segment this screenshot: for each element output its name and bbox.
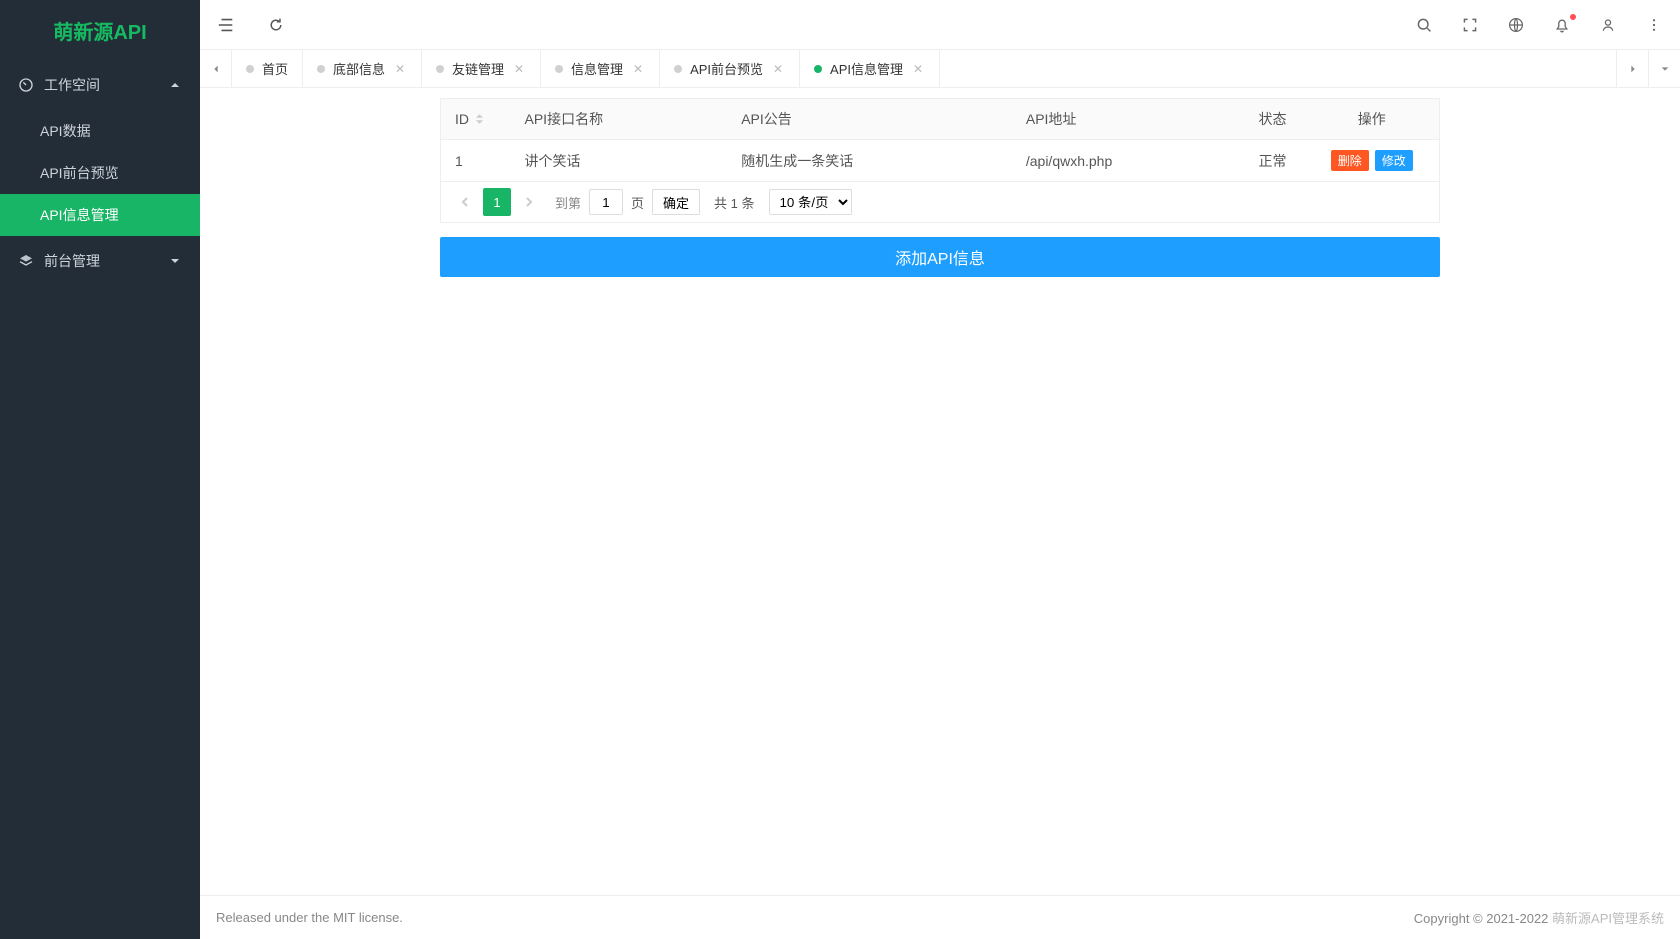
th-state: 状态 [1245, 99, 1305, 140]
tab[interactable]: 信息管理 ✕ [541, 50, 660, 87]
content-area: ID API接口名称 API公告 API地址 状态 [200, 88, 1680, 895]
delete-button[interactable]: 删除 [1331, 150, 1369, 171]
sidebar-item-label: 工作空间 [44, 75, 100, 95]
footer: Released under the MIT license. Copyrigh… [200, 895, 1680, 939]
edit-button[interactable]: 修改 [1375, 150, 1413, 171]
tab[interactable]: API前台预览 ✕ [660, 50, 800, 87]
sidebar-item-api-info[interactable]: API信息管理 [0, 194, 200, 236]
cell-id: 1 [441, 140, 511, 182]
footer-product: 萌新源API管理系统 [1552, 911, 1664, 926]
goto-input[interactable] [589, 189, 623, 215]
cell-state: 正常 [1245, 140, 1305, 182]
tab[interactable]: 首页 [232, 50, 303, 87]
tabs-dropdown[interactable] [1648, 50, 1680, 87]
cell-name: 讲个笑话 [511, 140, 728, 182]
tab-label: 底部信息 [333, 59, 385, 78]
pagination: 1 到第 页 确定 共 1 条 10 条/页 [440, 182, 1440, 223]
tab-status-dot [814, 65, 822, 73]
table-row: 1讲个笑话随机生成一条笑话/api/qwxh.php正常删除修改 [441, 140, 1440, 182]
add-api-button[interactable]: 添加API信息 [440, 237, 1440, 277]
goto-suffix: 页 [631, 193, 644, 212]
th-label: ID [455, 111, 469, 127]
user-button[interactable] [1598, 15, 1618, 35]
sort-icon [475, 113, 484, 125]
notifications-button[interactable] [1552, 15, 1572, 35]
sidebar-item-frontend[interactable]: 前台管理 [0, 236, 200, 286]
close-icon[interactable]: ✕ [393, 62, 407, 76]
tab-status-dot [317, 65, 325, 73]
tab-status-dot [674, 65, 682, 73]
cell-op: 删除修改 [1305, 140, 1440, 182]
dashboard-icon [18, 77, 34, 93]
page-prev[interactable] [451, 188, 479, 216]
tab-label: API信息管理 [830, 59, 903, 78]
th-notice: API公告 [727, 99, 1012, 140]
tabs-scroll-left[interactable] [200, 50, 232, 87]
chevron-up-icon [168, 78, 182, 92]
refresh-button[interactable] [266, 15, 286, 35]
cell-addr: /api/qwxh.php [1012, 140, 1245, 182]
page-next[interactable] [515, 188, 543, 216]
fullscreen-button[interactable] [1460, 15, 1480, 35]
goto-confirm[interactable]: 确定 [652, 189, 700, 215]
more-button[interactable] [1644, 15, 1664, 35]
tab-label: 信息管理 [571, 59, 623, 78]
th-op: 操作 [1305, 99, 1440, 140]
close-icon[interactable]: ✕ [911, 62, 925, 76]
goto-prefix: 到第 [555, 193, 581, 212]
tab[interactable]: 底部信息 ✕ [303, 50, 422, 87]
th-id[interactable]: ID [441, 99, 511, 140]
tab-label: 首页 [262, 59, 288, 78]
footer-copyright: Copyright © 2021-2022 [1414, 911, 1552, 926]
close-icon[interactable]: ✕ [771, 62, 785, 76]
sidebar-item-api-data[interactable]: API数据 [0, 110, 200, 152]
tabs-bar: 首页 底部信息 ✕ 友链管理 ✕ 信息管理 ✕ API前台预览 ✕ API信息管理 ✕ [200, 50, 1680, 88]
sidebar-item-label: API信息管理 [40, 205, 119, 225]
close-icon[interactable]: ✕ [512, 62, 526, 76]
tab-status-dot [246, 65, 254, 73]
chevron-down-icon [168, 254, 182, 268]
tab[interactable]: 友链管理 ✕ [422, 50, 541, 87]
tab-label: 友链管理 [452, 59, 504, 78]
page-size-select[interactable]: 10 条/页 [769, 189, 852, 215]
close-icon[interactable]: ✕ [631, 62, 645, 76]
app-logo: 萌新源API [0, 0, 200, 60]
sidebar-item-label: API数据 [40, 121, 91, 141]
sidebar-item-label: 前台管理 [44, 251, 100, 271]
page-total: 共 1 条 [714, 193, 754, 212]
tabs-scroll-right[interactable] [1616, 50, 1648, 87]
tab-label: API前台预览 [690, 59, 763, 78]
sidebar-item-workspace[interactable]: 工作空间 [0, 60, 200, 110]
footer-left: Released under the MIT license. [216, 910, 403, 925]
language-button[interactable] [1506, 15, 1526, 35]
page-number[interactable]: 1 [483, 188, 511, 216]
header [200, 0, 1680, 50]
sidebar-item-api-preview[interactable]: API前台预览 [0, 152, 200, 194]
th-name: API接口名称 [511, 99, 728, 140]
layers-icon [18, 253, 34, 269]
tab[interactable]: API信息管理 ✕ [800, 50, 940, 87]
sidebar-menu: 工作空间 API数据 API前台预览 API信息管理 前 [0, 60, 200, 939]
api-table: ID API接口名称 API公告 API地址 状态 [440, 98, 1440, 182]
tab-status-dot [436, 65, 444, 73]
sidebar-toggle-button[interactable] [216, 15, 236, 35]
cell-notice: 随机生成一条笑话 [727, 140, 1012, 182]
sidebar-item-label: API前台预览 [40, 163, 119, 183]
sidebar: 萌新源API 工作空间 API数据 API前台预览 API信 [0, 0, 200, 939]
search-button[interactable] [1414, 15, 1434, 35]
tab-status-dot [555, 65, 563, 73]
th-addr: API地址 [1012, 99, 1245, 140]
notification-badge [1569, 13, 1577, 21]
